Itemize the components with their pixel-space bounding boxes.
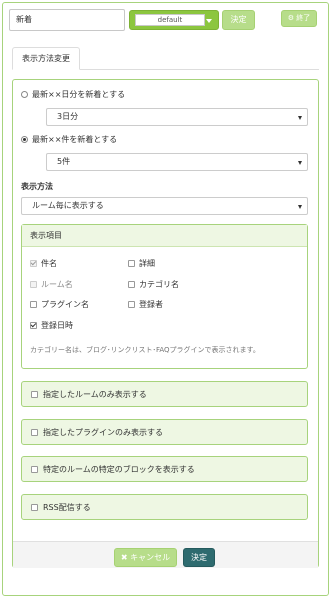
display-items-heading: 表示項目	[22, 225, 307, 247]
display-method-select[interactable]: ルーム毎に表示する	[21, 197, 308, 215]
finish-button[interactable]: ⚙ 終了	[281, 10, 317, 27]
option-rss[interactable]: RSS配信する	[21, 494, 308, 520]
radio-days[interactable]	[21, 91, 28, 98]
checkbox-subject-label: 件名	[41, 259, 57, 268]
frame-style-dropdown[interactable]: default	[129, 10, 219, 30]
block-title-input[interactable]: 新着	[9, 9, 125, 31]
radio-count[interactable]	[21, 136, 28, 143]
checkbox-registrant-label: 登録者	[139, 300, 163, 309]
caret-down-icon	[298, 161, 302, 165]
checkbox-room-name-label: ルーム名	[41, 280, 73, 289]
option-specific-block-label: 特定のルームの特定のブロックを表示する	[43, 465, 195, 474]
finish-button-label: 終了	[296, 14, 311, 22]
checkbox-plugin-name[interactable]	[30, 301, 37, 308]
frame-style-value: default	[135, 14, 205, 26]
count-select-value: 5件	[57, 157, 71, 166]
checkbox-rss[interactable]	[31, 504, 38, 511]
checkbox-detail[interactable]	[128, 260, 135, 267]
checkbox-registered-date[interactable]	[30, 322, 37, 329]
option-plugin-only[interactable]: 指定したプラグインのみ表示する	[21, 419, 308, 445]
cancel-button[interactable]: ✖ キャンセル	[114, 548, 177, 567]
gear-icon: ⚙	[287, 14, 295, 22]
display-method-value: ルーム毎に表示する	[32, 201, 104, 210]
checkbox-plugin-name-label: プラグイン名	[41, 300, 89, 309]
caret-down-icon	[298, 205, 302, 209]
checkbox-room-name[interactable]	[30, 281, 37, 288]
checkbox-category-label: カテゴリ名	[139, 280, 179, 289]
caret-down-icon	[298, 116, 302, 120]
option-specific-block[interactable]: 特定のルームの特定のブロックを表示する	[21, 456, 308, 482]
decide-button[interactable]: 決定	[183, 548, 215, 567]
checkbox-category[interactable]	[128, 281, 135, 288]
checkbox-specific-block[interactable]	[31, 466, 38, 473]
checkbox-plugin-only[interactable]	[31, 429, 38, 436]
checkbox-registered-date-label: 登録日時	[41, 321, 73, 330]
checkbox-room-only[interactable]	[31, 391, 38, 398]
days-select[interactable]: 3日分	[46, 108, 308, 126]
checkbox-detail-label: 詳細	[139, 259, 155, 268]
option-room-only[interactable]: 指定したルームのみ表示する	[21, 381, 308, 407]
cancel-button-label: キャンセル	[130, 553, 171, 562]
radio-count-label: 最新××件を新着とする	[32, 135, 118, 144]
caret-down-icon	[206, 19, 212, 23]
title-decide-button[interactable]: 決定	[222, 10, 255, 30]
category-note: カテゴリー名は、ブログ･リンクリスト･FAQプラグインで表示されます。	[30, 346, 260, 354]
option-rss-label: RSS配信する	[43, 503, 91, 512]
option-room-only-label: 指定したルームのみ表示する	[43, 390, 147, 399]
checkbox-registrant[interactable]	[128, 301, 135, 308]
days-select-value: 3日分	[57, 112, 79, 121]
tab-display-settings[interactable]: 表示方法変更	[12, 47, 80, 70]
option-plugin-only-label: 指定したプラグインのみ表示する	[43, 428, 163, 437]
radio-days-label: 最新××日分を新着とする	[32, 90, 126, 99]
count-select[interactable]: 5件	[46, 153, 308, 171]
close-icon: ✖	[120, 553, 128, 562]
checkbox-subject[interactable]	[30, 260, 37, 267]
display-method-heading: 表示方法	[21, 182, 53, 191]
